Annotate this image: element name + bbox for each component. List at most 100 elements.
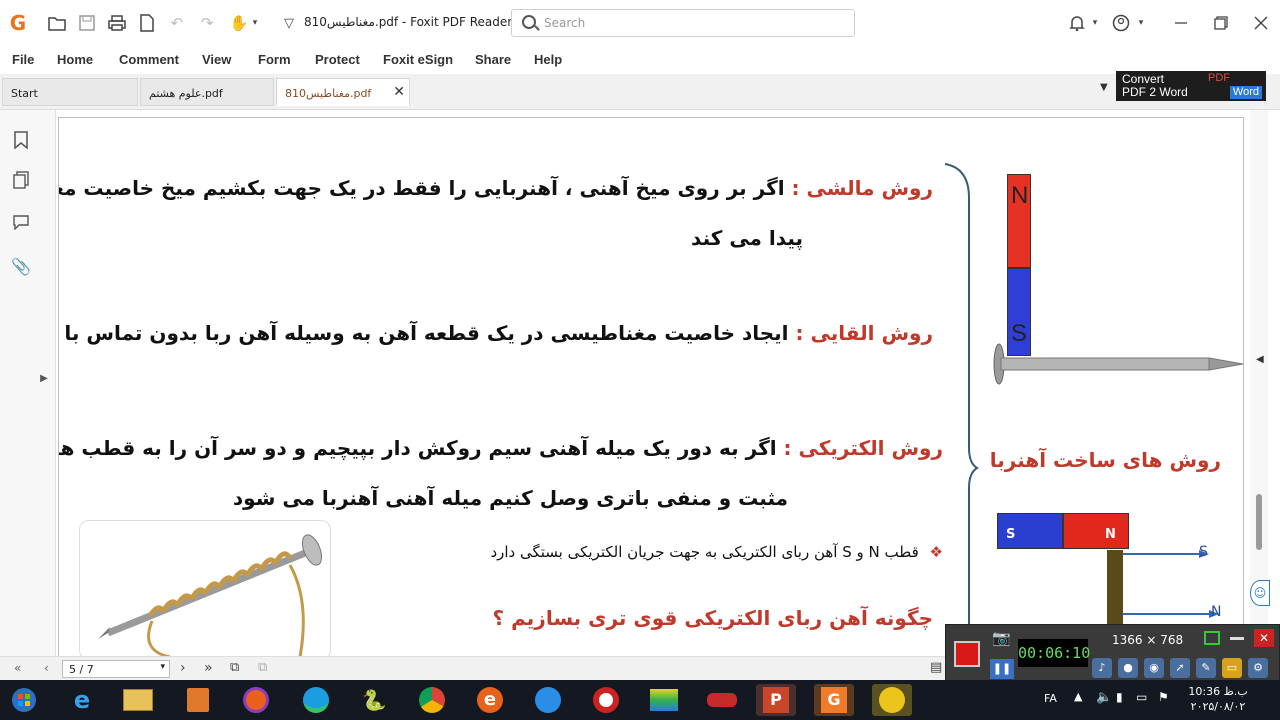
copy-page-icon[interactable]: ⧉ (230, 660, 239, 675)
settings-gear-icon[interactable]: ⚙ (1248, 658, 1268, 678)
resolution-label: 1366 × 768 (1112, 633, 1184, 647)
bell-dropdown-icon[interactable]: ▾ (1084, 12, 1106, 34)
bullet-text: قطب N و S آهن ربای الکتریکی به جهت جریان… (490, 543, 919, 561)
media-player-icon[interactable] (178, 684, 218, 716)
menu-share[interactable]: Share (475, 52, 511, 67)
internet-explorer-icon[interactable]: e (62, 684, 102, 716)
menu-form[interactable]: Form (258, 52, 291, 67)
view-mode-icon[interactable]: ▤ (930, 660, 942, 675)
pages-icon[interactable] (11, 170, 31, 190)
tab-maghnatis[interactable]: 810مغناطیس.pdf ✕ (276, 78, 410, 106)
edge-legacy-icon[interactable]: e (470, 684, 510, 716)
extract-page-icon[interactable]: ⧉ (258, 660, 267, 675)
title-bar: G ↶ ↷ ✋ ▾ ▽ 810مغناطیس.pdf - Foxit PDF R… (0, 0, 1280, 46)
player-icon[interactable] (872, 684, 912, 716)
open-folder-icon[interactable] (46, 12, 68, 34)
racing-game-icon[interactable] (702, 684, 742, 716)
method3-row: روش الکتریکی : اگر به دور یک میله آهنی س… (58, 436, 943, 460)
collapse-right-icon[interactable]: ◀ (1256, 354, 1264, 365)
new-document-icon[interactable] (136, 12, 158, 34)
menu-foxit-esign[interactable]: Foxit eSign (383, 52, 453, 67)
powerpoint-icon[interactable]: P (756, 684, 796, 716)
firefox-icon[interactable] (236, 684, 276, 716)
minimize-icon[interactable] (1170, 12, 1192, 34)
word-badge: Word (1229, 86, 1262, 99)
camera-icon[interactable]: 📷 (992, 629, 1011, 647)
record-button[interactable] (954, 641, 980, 667)
print-icon[interactable] (106, 12, 128, 34)
menu-view[interactable]: View (202, 52, 231, 67)
webcam-icon[interactable]: ◉ (1144, 658, 1164, 678)
menu-help[interactable]: Help (534, 52, 562, 67)
account-dropdown-icon[interactable]: ▾ (1130, 12, 1152, 34)
close-icon[interactable] (1250, 12, 1272, 34)
menu-comment[interactable]: Comment (119, 52, 179, 67)
recorder-minimize-icon[interactable] (1230, 637, 1244, 640)
region-select-icon[interactable] (1204, 631, 1220, 645)
network-icon[interactable]: ▮ (1116, 690, 1123, 704)
bookmark-icon[interactable] (11, 130, 31, 150)
last-page-icon[interactable]: » (204, 660, 213, 676)
tab-close-icon[interactable]: ✕ (393, 84, 405, 100)
chat-assistant-icon[interactable]: ☺ (1250, 580, 1270, 606)
search-input[interactable]: Search (511, 9, 855, 37)
folder-icon[interactable]: ▭ (1222, 658, 1242, 678)
iron-nail (993, 343, 1243, 385)
recorder-close-icon[interactable]: ✕ (1254, 629, 1274, 647)
scroll-thumb[interactable] (1256, 494, 1262, 550)
bar-n-label: N (1105, 527, 1116, 542)
bullet-row: ❖ قطب N و S آهن ربای الکتریکی به جهت جری… (490, 543, 943, 561)
account-icon[interactable] (1110, 12, 1132, 34)
pause-button[interactable]: ❚❚ (990, 659, 1014, 679)
page-dropdown-icon[interactable]: ▾ (160, 662, 165, 672)
pdf-page: روش مالشی : اگر بر روی میخ آهنی ، آهنربا… (58, 117, 1244, 657)
filter-icon[interactable]: ▽ (278, 12, 300, 34)
flag-icon[interactable]: ⚑ (1158, 690, 1169, 704)
bluestacks-icon[interactable] (644, 684, 684, 716)
menu-file[interactable]: File (12, 52, 34, 67)
battery-icon[interactable]: ▭ (1136, 690, 1147, 704)
redo-icon[interactable]: ↷ (196, 12, 218, 34)
coil-nail-illustration (79, 520, 331, 656)
method1-text: اگر بر روی میخ آهنی ، آهنربایی را فقط در… (59, 176, 785, 200)
expand-panel-icon[interactable]: ▶ (34, 368, 54, 388)
pen-icon[interactable]: ✎ (1196, 658, 1216, 678)
tabs-dropdown-icon[interactable]: ▼ (1100, 82, 1108, 93)
chevron-down-icon[interactable]: ▾ (244, 12, 266, 34)
python-icon[interactable]: 🐍 (354, 684, 394, 716)
attachment-icon[interactable]: 📎 (11, 256, 31, 276)
restore-icon[interactable] (1210, 12, 1232, 34)
left-sidebar: 📎 ▶ (0, 110, 56, 658)
foxit-taskbar-icon[interactable]: G (814, 684, 854, 716)
speaker-icon[interactable]: ♪ (1092, 658, 1112, 678)
undo-icon[interactable]: ↶ (166, 12, 188, 34)
next-page-icon[interactable]: › (180, 660, 186, 676)
edge-icon[interactable] (296, 684, 336, 716)
recorder-app-icon[interactable] (586, 684, 626, 716)
convert-pdf-to-word-button[interactable]: Convert PDF 2 Word PDF Word (1116, 71, 1266, 101)
chrome-icon[interactable] (412, 684, 452, 716)
tab-start[interactable]: Start (2, 78, 138, 106)
windows-start-icon[interactable] (4, 684, 44, 716)
microphone-icon[interactable]: ● (1118, 658, 1138, 678)
file-explorer-icon[interactable] (118, 684, 158, 716)
menu-home[interactable]: Home (57, 52, 93, 67)
cursor-icon[interactable]: ➚ (1170, 658, 1190, 678)
menu-protect[interactable]: Protect (315, 52, 360, 67)
sync-app-icon[interactable] (528, 684, 568, 716)
comments-icon[interactable] (11, 212, 31, 232)
language-indicator[interactable]: FA (1044, 692, 1057, 705)
bar-s-label: S (1006, 527, 1016, 542)
vertical-scrollbar[interactable]: ◀ ☺ (1250, 110, 1270, 658)
page-number-input[interactable]: 5 / 7 ▾ (62, 660, 170, 678)
save-icon[interactable] (76, 12, 98, 34)
method3-text: اگر به دور یک میله آهنی سیم روکش دار بپی… (58, 436, 777, 460)
system-clock[interactable]: 10:36 ب.ظ ۲۰۲۵/۰۸/۰۲ (1186, 684, 1250, 714)
first-page-icon[interactable]: « (14, 661, 21, 675)
tab-olum-hashtom[interactable]: علوم هشتم.pdf (140, 78, 274, 106)
pdf-badge: PDF (1208, 72, 1230, 84)
tray-up-icon[interactable]: ▲ (1074, 690, 1082, 703)
windows-taskbar: e 🐍 e P G FA ▲ 🔈 ▮ ▭ ⚑ 10:36 ب.ظ ۲۰۲۵/۰۸… (0, 680, 1280, 720)
volume-icon[interactable]: 🔈 (1096, 690, 1112, 705)
previous-page-icon[interactable]: ‹ (44, 661, 49, 675)
